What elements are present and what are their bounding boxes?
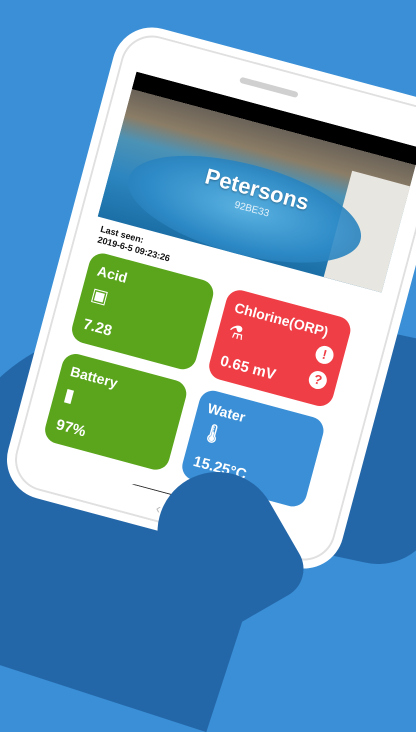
phone-screen: Petersons 92BE33 Last seen: 2019-6-5 09:… (32, 71, 416, 535)
help-icon[interactable]: ? (306, 369, 329, 392)
chlorine-value: 0.65 mV (218, 352, 278, 384)
battery-value: 97% (54, 416, 88, 441)
phone-speaker (239, 76, 299, 99)
question-icon: ? (141, 493, 156, 508)
battery-tile[interactable]: Battery ▮ 97% (41, 350, 190, 473)
acid-value: 7.28 (81, 315, 114, 340)
